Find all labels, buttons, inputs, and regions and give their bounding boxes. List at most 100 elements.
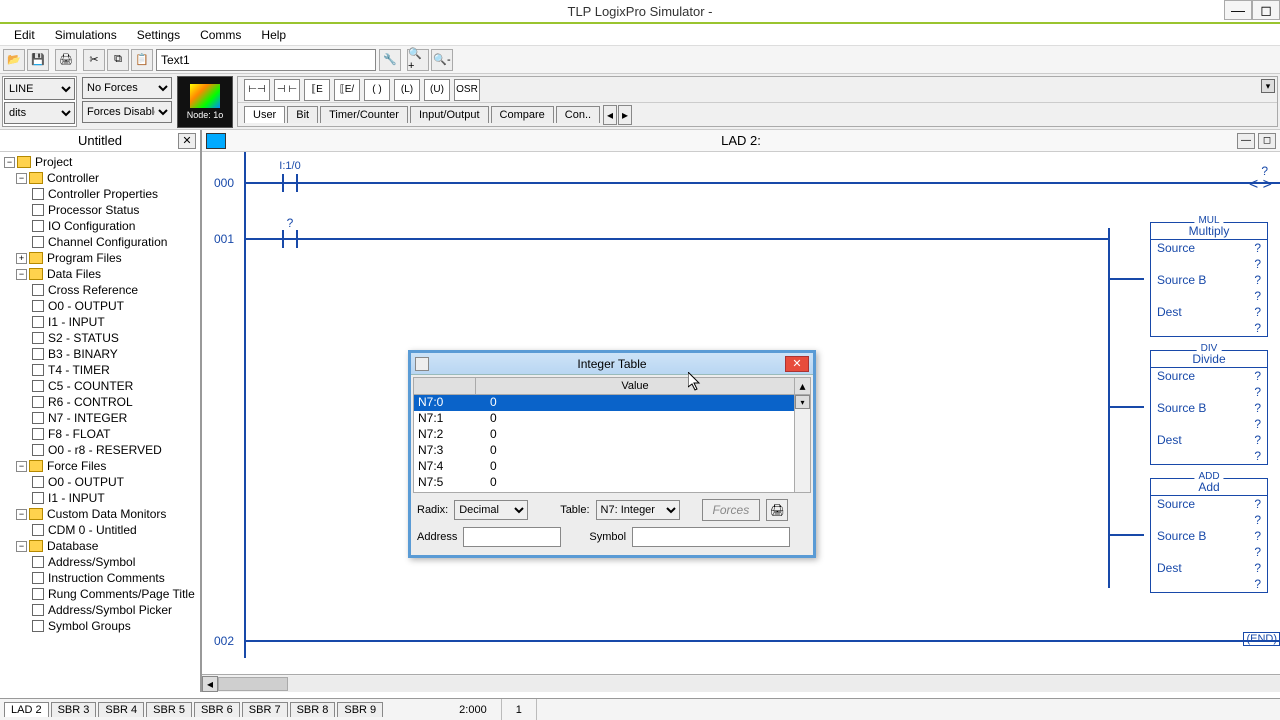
osr-icon[interactable]: OSR bbox=[454, 79, 480, 101]
forces-dropdown[interactable]: No Forces bbox=[82, 77, 172, 99]
radix-dropdown[interactable]: Decimal bbox=[454, 500, 528, 520]
tree-o0-output[interactable]: O0 - OUTPUT bbox=[2, 298, 198, 314]
scroll-track[interactable] bbox=[288, 676, 1280, 692]
tree-reserved[interactable]: O0 - r8 - RESERVED bbox=[2, 442, 198, 458]
rung-001-contact[interactable]: ? bbox=[280, 230, 300, 248]
project-tree[interactable]: −Project −Controller Controller Properti… bbox=[0, 152, 200, 692]
symbol-input[interactable] bbox=[632, 527, 790, 547]
paste-icon[interactable]: 📋 bbox=[131, 49, 153, 71]
chip-box[interactable]: Node: 1o bbox=[177, 76, 233, 128]
tree-io-config[interactable]: IO Configuration bbox=[2, 218, 198, 234]
menu-settings[interactable]: Settings bbox=[127, 26, 190, 44]
tree-data-files[interactable]: −Data Files bbox=[2, 266, 198, 282]
tree-database[interactable]: −Database bbox=[2, 538, 198, 554]
mul-instruction[interactable]: MULMultiply Source? ? Source B? ? Dest? … bbox=[1150, 222, 1268, 337]
tree-f8-float[interactable]: F8 - FLOAT bbox=[2, 426, 198, 442]
tab-sbr3[interactable]: SBR 3 bbox=[51, 702, 97, 717]
edits-dropdown[interactable]: dits bbox=[4, 102, 75, 124]
div-instruction[interactable]: DIVDivide Source? ? Source B? ? Dest? ? bbox=[1150, 350, 1268, 465]
scroll-down-icon[interactable]: ▾ bbox=[795, 395, 810, 409]
tree-close-button[interactable]: ✕ bbox=[178, 133, 196, 149]
scroll-up-icon[interactable]: ▴ bbox=[794, 378, 810, 394]
tab-sbr8[interactable]: SBR 8 bbox=[290, 702, 336, 717]
xio-icon[interactable]: ⟦E/ bbox=[334, 79, 360, 101]
tree-r6-control[interactable]: R6 - CONTROL bbox=[2, 394, 198, 410]
line-dropdown[interactable]: LINE bbox=[4, 78, 75, 100]
tab-lad2[interactable]: LAD 2 bbox=[4, 702, 49, 717]
table-row[interactable]: N7:10 bbox=[414, 411, 810, 427]
palette-corner-button[interactable]: ▾ bbox=[1261, 79, 1275, 93]
tab-sbr6[interactable]: SBR 6 bbox=[194, 702, 240, 717]
tree-c5-counter[interactable]: C5 - COUNTER bbox=[2, 378, 198, 394]
zoom-in-icon[interactable]: 🔍+ bbox=[407, 49, 429, 71]
ote-icon[interactable]: ( ) bbox=[364, 79, 390, 101]
tab-sbr4[interactable]: SBR 4 bbox=[98, 702, 144, 717]
tab-compare[interactable]: Compare bbox=[491, 106, 554, 123]
ladder-minimize-button[interactable]: — bbox=[1237, 133, 1255, 149]
tree-controller-properties[interactable]: Controller Properties bbox=[2, 186, 198, 202]
scroll-thumb[interactable] bbox=[218, 677, 288, 691]
dialog-close-button[interactable]: ✕ bbox=[785, 356, 809, 372]
table-row[interactable]: N7:50 bbox=[414, 475, 810, 491]
tree-s2-status[interactable]: S2 - STATUS bbox=[2, 330, 198, 346]
ladder-maximize-button[interactable]: ◻ bbox=[1258, 133, 1276, 149]
tree-t4-timer[interactable]: T4 - TIMER bbox=[2, 362, 198, 378]
tree-cdm0[interactable]: CDM 0 - Untitled bbox=[2, 522, 198, 538]
otl-icon[interactable]: (L) bbox=[394, 79, 420, 101]
rung-000-output-coil[interactable]: < > bbox=[1249, 176, 1272, 194]
tab-con[interactable]: Con.. bbox=[556, 106, 600, 123]
table-row[interactable]: N7:00 bbox=[414, 395, 810, 411]
tree-n7-integer[interactable]: N7 - INTEGER bbox=[2, 410, 198, 426]
dialog-print-icon[interactable]: 🖨 bbox=[766, 499, 788, 521]
tree-cross-reference[interactable]: Cross Reference bbox=[2, 282, 198, 298]
tree-cdm[interactable]: −Custom Data Monitors bbox=[2, 506, 198, 522]
tab-sbr7[interactable]: SBR 7 bbox=[242, 702, 288, 717]
tree-force-input[interactable]: I1 - INPUT bbox=[2, 490, 198, 506]
menu-simulations[interactable]: Simulations bbox=[45, 26, 127, 44]
table-row[interactable]: N7:40 bbox=[414, 459, 810, 475]
tree-controller[interactable]: −Controller bbox=[2, 170, 198, 186]
h-scrollbar[interactable]: ◂ bbox=[202, 674, 1280, 692]
address-input[interactable] bbox=[463, 527, 561, 547]
copy-icon[interactable]: ⧉ bbox=[107, 49, 129, 71]
tree-channel-config[interactable]: Channel Configuration bbox=[2, 234, 198, 250]
tree-i1-input[interactable]: I1 - INPUT bbox=[2, 314, 198, 330]
tree-addr-symbol[interactable]: Address/Symbol bbox=[2, 554, 198, 570]
tab-next-icon[interactable]: ▸ bbox=[618, 105, 632, 125]
tree-addr-picker[interactable]: Address/Symbol Picker bbox=[2, 602, 198, 618]
tab-sbr5[interactable]: SBR 5 bbox=[146, 702, 192, 717]
tree-symbol-groups[interactable]: Symbol Groups bbox=[2, 618, 198, 634]
tree-force-files[interactable]: −Force Files bbox=[2, 458, 198, 474]
menu-edit[interactable]: Edit bbox=[4, 26, 45, 44]
add-instruction[interactable]: ADDAdd Source? ? Source B? ? Dest? ? bbox=[1150, 478, 1268, 593]
branch-icon[interactable]: ⊣ ⊢ bbox=[274, 79, 300, 101]
tab-timer-counter[interactable]: Timer/Counter bbox=[320, 106, 408, 123]
menu-help[interactable]: Help bbox=[251, 26, 296, 44]
dialog-sys-icon[interactable] bbox=[415, 357, 429, 371]
tree-project[interactable]: −Project bbox=[2, 154, 198, 170]
tree-rung-comments[interactable]: Rung Comments/Page Title bbox=[2, 586, 198, 602]
rung-new-icon[interactable]: ⊢⊣ bbox=[244, 79, 270, 101]
tab-user[interactable]: User bbox=[244, 106, 285, 123]
menu-comms[interactable]: Comms bbox=[190, 26, 251, 44]
maximize-button[interactable]: ◻ bbox=[1252, 0, 1280, 20]
text-input[interactable] bbox=[156, 49, 376, 71]
minimize-button[interactable]: — bbox=[1224, 0, 1252, 20]
open-icon[interactable]: 📂 bbox=[3, 49, 25, 71]
tab-bit[interactable]: Bit bbox=[287, 106, 318, 123]
tab-prev-icon[interactable]: ◂ bbox=[603, 105, 617, 125]
print-icon[interactable]: 🖨 bbox=[55, 49, 77, 71]
table-list[interactable]: N7:00 N7:10 N7:20 N7:30 N7:40 N7:50 ▾ bbox=[413, 395, 811, 493]
table-row[interactable]: N7:20 bbox=[414, 427, 810, 443]
table-row[interactable]: N7:30 bbox=[414, 443, 810, 459]
scroll-left-icon[interactable]: ◂ bbox=[202, 676, 218, 692]
tree-program-files[interactable]: +Program Files bbox=[2, 250, 198, 266]
forces-button[interactable]: Forces bbox=[702, 499, 761, 521]
dialog-scrollbar[interactable]: ▾ bbox=[794, 395, 810, 492]
zoom-out-icon[interactable]: 🔍- bbox=[431, 49, 453, 71]
save-icon[interactable]: 💾 bbox=[27, 49, 49, 71]
tab-input-output[interactable]: Input/Output bbox=[410, 106, 489, 123]
rung-000-contact[interactable]: I:1/0 bbox=[280, 174, 300, 192]
otu-icon[interactable]: (U) bbox=[424, 79, 450, 101]
tree-processor-status[interactable]: Processor Status bbox=[2, 202, 198, 218]
